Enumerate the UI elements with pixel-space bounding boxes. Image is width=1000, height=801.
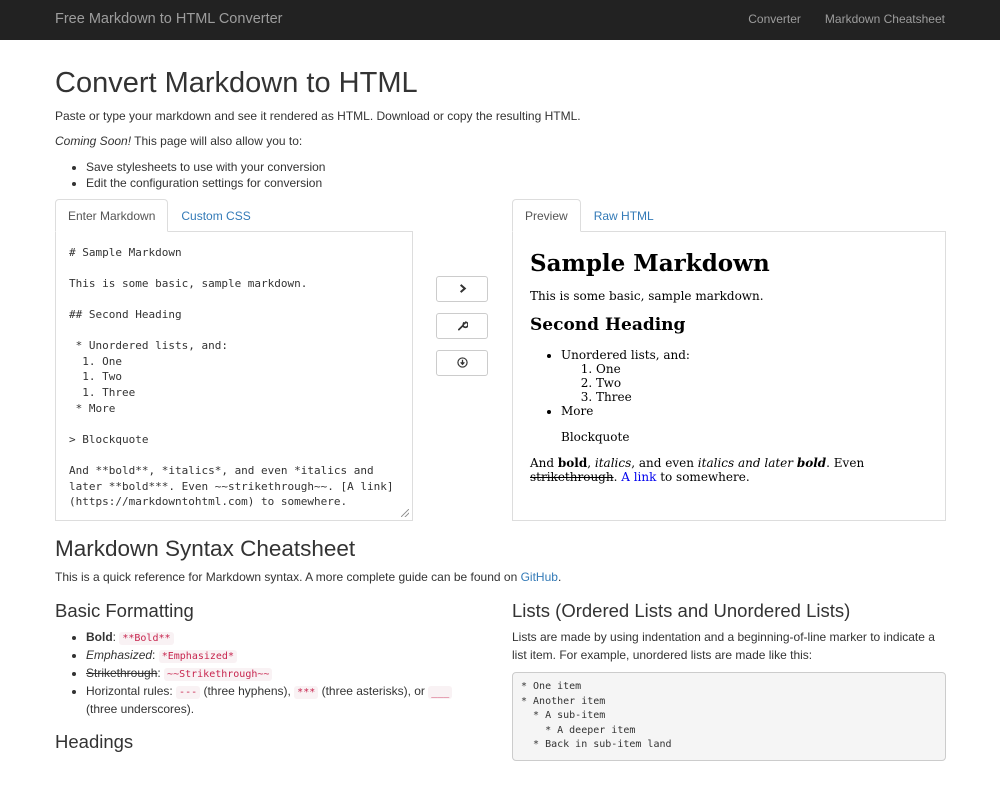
code-snippet: --- (176, 686, 201, 700)
text: , and even (631, 455, 698, 470)
preview-blockquote: Blockquote (561, 429, 630, 444)
lists-description: Lists are made by using indentation and … (512, 630, 935, 662)
feature-item: Edit the configuration settings for conv… (86, 175, 945, 191)
preview-heading-1: Sample Markdown (530, 249, 770, 277)
editor-tabs: Enter Markdown Custom CSS (55, 198, 413, 232)
text: And (530, 455, 558, 470)
list-item: More (561, 404, 928, 418)
feature-item: Save stylesheets to use with your conver… (86, 159, 945, 175)
list-item: Unordered lists, and: One Two Three (561, 348, 928, 404)
markdown-content: # Sample Markdown This is some basic, sa… (69, 245, 394, 509)
github-link[interactable]: GitHub (521, 570, 558, 584)
code-snippet: *** (294, 686, 319, 700)
cheatsheet-left-column: Basic Formatting Bold: **Bold** Emphasiz… (55, 599, 475, 761)
list-item: Three (596, 390, 928, 404)
code-snippet: ~~Strikethrough~~ (164, 668, 273, 682)
tab-preview[interactable]: Preview (512, 198, 581, 232)
main-container: Convert Markdown to HTML Paste or type y… (0, 67, 1000, 801)
text: (three hyphens), (200, 684, 295, 699)
code-snippet: *Emphasized* (158, 650, 237, 664)
wrench-icon (457, 321, 468, 331)
intro-description: Paste or type your markdown and see it r… (55, 108, 581, 123)
bold-italic-text: bold (796, 455, 827, 470)
italic-text: italics and later bold (698, 456, 826, 470)
nav-link-cheatsheet[interactable]: Markdown Cheatsheet (825, 11, 945, 28)
list-item: Strikethrough: ~~Strikethrough~~ (86, 665, 475, 683)
text: Horizontal rules: (86, 684, 177, 699)
list-item: Horizontal rules: --- (three hyphens), *… (86, 683, 475, 718)
download-icon (456, 357, 468, 368)
cheatsheet-title: Markdown Syntax Cheatsheet (55, 535, 356, 561)
lists-title: Lists (Ordered Lists and Unordered Lists… (512, 599, 851, 621)
preview-tabs: Preview Raw HTML (512, 198, 946, 232)
action-buttons (436, 275, 488, 387)
preview-rich-paragraph: And bold, italics, and even italics and … (530, 456, 928, 484)
text: . (557, 570, 562, 585)
list-item: Bold: **Bold** (86, 629, 475, 647)
page-title: Convert Markdown to HTML (55, 67, 418, 99)
chevron-right-icon (459, 284, 466, 294)
bold-text: bold (557, 455, 588, 470)
preview-ordered-list: One Two Three (561, 362, 928, 404)
list-item: Two (596, 376, 928, 390)
preview-heading-2: Second Heading (530, 315, 686, 336)
preview-link[interactable]: A link (621, 470, 656, 484)
list-item: Emphasized: *Emphasized* (86, 647, 475, 665)
preview-unordered-list: Unordered lists, and: One Two Three More (530, 348, 928, 418)
tab-custom-css[interactable]: Custom CSS (168, 199, 263, 232)
feature-list: Save stylesheets to use with your conver… (55, 159, 945, 191)
headings-title: Headings (55, 731, 134, 753)
cheatsheet-description: This is a quick reference for Markdown s… (55, 569, 945, 586)
navbar: Free Markdown to HTML Converter Converte… (0, 0, 1000, 40)
tab-raw-html[interactable]: Raw HTML (581, 199, 667, 232)
coming-soon-text: This page will also allow you to: (131, 134, 303, 149)
strikethrough-text: strikethrough (530, 469, 614, 484)
markdown-textarea[interactable]: # Sample Markdown This is some basic, sa… (55, 231, 413, 521)
text: This is a quick reference for Markdown s… (55, 570, 521, 585)
download-button[interactable] (436, 349, 488, 376)
preview-paragraph: This is some basic, sample markdown. (530, 289, 764, 304)
resize-handle-icon[interactable] (401, 508, 409, 517)
text: , (587, 455, 595, 470)
preview-panel: Preview Raw HTML Sample Markdown This is… (512, 198, 946, 521)
converter-panels: Enter Markdown Custom CSS # Sample Markd… (55, 198, 946, 521)
brand[interactable]: Free Markdown to HTML Converter (55, 9, 283, 30)
strikethrough-label: Strikethrough (86, 666, 158, 681)
code-snippet: ___ (428, 686, 453, 700)
text: (three underscores). (86, 702, 195, 717)
convert-button[interactable] (436, 275, 488, 302)
italic-text-inner: italics and later (697, 455, 797, 470)
nav-link-converter[interactable]: Converter (748, 11, 801, 28)
emphasized-label: Emphasized (86, 648, 153, 663)
tab-enter-markdown[interactable]: Enter Markdown (55, 198, 169, 232)
text: (three asterisks), or (318, 684, 429, 699)
editor-panel: Enter Markdown Custom CSS # Sample Markd… (55, 198, 413, 521)
text: . Even (826, 455, 865, 470)
text: to somewhere. (656, 469, 750, 484)
basic-formatting-title: Basic Formatting (55, 599, 194, 621)
cheatsheet-columns: Basic Formatting Bold: **Bold** Emphasiz… (55, 599, 946, 801)
bold-label: Bold (86, 630, 113, 645)
code-snippet: **Bold** (119, 632, 174, 646)
coming-soon: Coming Soon! This page will also allow y… (55, 133, 945, 150)
italic-text: italics (594, 455, 632, 470)
coming-soon-em: Coming Soon! (55, 134, 132, 149)
preview-content: Sample Markdown This is some basic, samp… (512, 231, 946, 521)
list-item-label: Unordered lists, and: (561, 347, 690, 362)
list-item: One (596, 362, 928, 376)
basic-formatting-list: Bold: **Bold** Emphasized: *Emphasized* … (55, 629, 475, 718)
settings-button[interactable] (436, 312, 488, 339)
cheatsheet-right-column: Lists (Ordered Lists and Unordered Lists… (512, 599, 946, 761)
nav-links: Converter Markdown Cheatsheet (748, 11, 945, 28)
lists-code-block: * One item * Another item * A sub-item *… (512, 671, 946, 761)
